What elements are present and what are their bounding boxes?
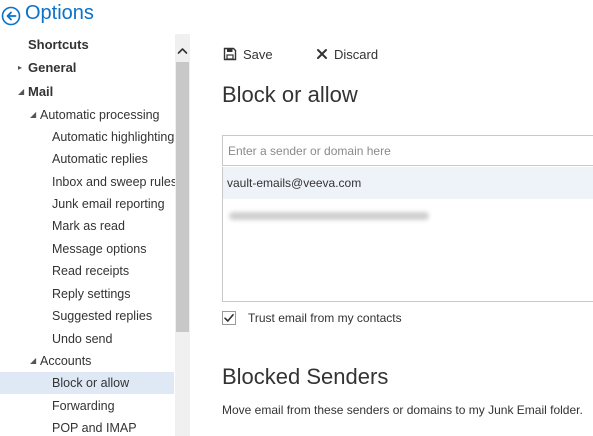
trust-contacts-option: Trust email from my contacts xyxy=(222,309,402,327)
scroll-thumb[interactable] xyxy=(176,62,189,332)
nav-item-label: Junk email reporting xyxy=(52,197,165,211)
trust-contacts-checkbox[interactable] xyxy=(222,311,236,325)
nav-item-label: Reply settings xyxy=(52,287,131,301)
nav-item-inbox-and-sweep-rules[interactable]: Inbox and sweep rules xyxy=(0,171,178,193)
nav-item-read-receipts[interactable]: Read receipts xyxy=(0,260,174,282)
save-disk-icon xyxy=(223,47,237,61)
nav-item-label: Message options xyxy=(52,242,147,256)
nav-item-label: Read receipts xyxy=(52,264,130,278)
nav-item-label: General xyxy=(28,60,77,75)
collapsed-triangle-icon[interactable]: ▸ xyxy=(18,57,22,79)
list-item[interactable]: vault-emails@veeva.com xyxy=(223,167,593,199)
nav-item-accounts[interactable]: ◢ Accounts xyxy=(0,350,174,372)
trust-contacts-label: Trust email from my contacts xyxy=(248,311,402,325)
expanded-triangle-icon[interactable]: ◢ xyxy=(18,81,24,103)
nav-scrollbar[interactable] xyxy=(175,34,190,436)
nav-item-label: Forwarding xyxy=(52,399,115,413)
save-button[interactable]: Save xyxy=(223,44,273,64)
discard-button[interactable]: Discard xyxy=(316,44,378,64)
nav-item-label: Automatic processing xyxy=(40,108,160,122)
nav-item-undo-send[interactable]: Undo send xyxy=(0,328,174,350)
expanded-triangle-icon[interactable]: ◢ xyxy=(30,350,36,372)
nav-item-suggested-replies[interactable]: Suggested replies xyxy=(0,305,174,327)
list-item-redacted[interactable] xyxy=(223,199,593,231)
nav-item-junk-email-reporting[interactable]: Junk email reporting xyxy=(0,193,174,215)
nav-item-mark-as-read[interactable]: Mark as read xyxy=(0,215,174,237)
nav-item-label: Block or allow xyxy=(52,376,130,390)
expanded-triangle-icon[interactable]: ◢ xyxy=(30,104,36,126)
nav-item-label: POP and IMAP xyxy=(52,421,137,435)
nav-item-forwarding[interactable]: Forwarding xyxy=(0,395,174,417)
page-title: Options xyxy=(25,2,94,24)
nav-item-message-options[interactable]: Message options xyxy=(0,238,174,260)
save-label: Save xyxy=(243,46,273,62)
nav-item-label: Undo send xyxy=(52,332,113,346)
nav-item-pop-and-imap[interactable]: POP and IMAP xyxy=(0,417,174,436)
nav-item-automatic-processing[interactable]: ◢ Automatic processing xyxy=(0,104,174,126)
nav-item-label: Mark as read xyxy=(52,219,125,233)
nav-item-label: Automatic replies xyxy=(52,152,148,166)
blocked-senders-title: Blocked Senders xyxy=(222,364,389,389)
nav-item-label: Shortcuts xyxy=(28,37,89,52)
nav-item-mail[interactable]: ◢ Mail xyxy=(0,81,174,103)
nav-item-label: Inbox and sweep rules xyxy=(52,175,178,189)
nav-item-reply-settings[interactable]: Reply settings xyxy=(0,283,174,305)
nav-item-shortcuts[interactable]: Shortcuts xyxy=(0,34,174,56)
nav-item-general[interactable]: ▸ General xyxy=(0,57,174,79)
redacted-email xyxy=(229,212,429,220)
sender-domain-input[interactable] xyxy=(222,135,593,166)
scroll-up-arrow-icon[interactable] xyxy=(175,44,190,58)
nav-item-label: Automatic highlighting xyxy=(52,130,175,144)
allowed-senders-list: vault-emails@veeva.com xyxy=(222,167,593,302)
close-icon xyxy=(317,49,327,59)
back-arrow-circle-icon[interactable] xyxy=(1,6,21,26)
nav-item-label: Accounts xyxy=(40,354,92,368)
nav-item-automatic-replies[interactable]: Automatic replies xyxy=(0,148,174,170)
discard-label: Discard xyxy=(334,46,379,62)
nav-item-label: Mail xyxy=(28,84,54,99)
options-nav: Shortcuts ▸ General ◢ Mail ◢ Automatic process… xyxy=(0,34,178,436)
nav-item-label: Suggested replies xyxy=(52,309,153,323)
blocked-senders-description: Move email from these senders or domains… xyxy=(222,403,583,417)
nav-item-block-or-allow[interactable]: Block or allow xyxy=(0,372,174,394)
nav-item-automatic-highlighting[interactable]: Automatic highlighting xyxy=(0,126,174,148)
block-or-allow-title: Block or allow xyxy=(222,82,358,107)
